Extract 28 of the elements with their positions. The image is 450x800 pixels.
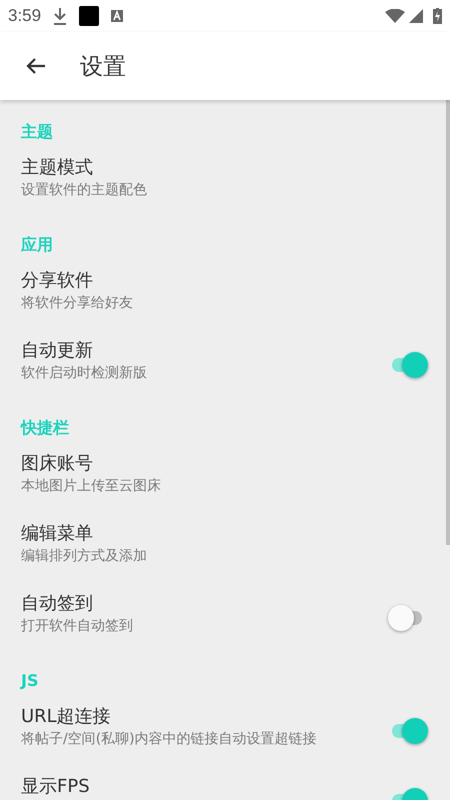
status-time: 3:59 xyxy=(8,6,42,26)
signal-icon xyxy=(409,9,423,23)
setting-title[interactable]: URL超连接 xyxy=(21,705,111,729)
section-header: 应用 xyxy=(20,234,54,256)
download-icon xyxy=(53,7,68,25)
setting-title[interactable]: 图床账号 xyxy=(21,452,93,476)
setting-summary: 打开软件自动签到 xyxy=(21,617,133,636)
setting-title[interactable]: 自动更新 xyxy=(21,339,93,363)
section-header: 快捷栏 xyxy=(19,417,70,439)
setting-summary: 编辑排列方式及添加 xyxy=(21,547,147,566)
setting-summary: 将软件分享给好友 xyxy=(21,294,133,313)
keyboard-icon xyxy=(111,10,124,22)
setting-title[interactable]: 分享软件 xyxy=(21,269,93,293)
setting-summary: 本地图片上传至云图床 xyxy=(21,477,161,496)
setting-title[interactable]: 自动签到 xyxy=(21,592,93,616)
notification-square-icon xyxy=(79,6,100,26)
setting-summary: 软件启动时检测新版 xyxy=(21,364,147,383)
setting-title[interactable]: 显示FPS xyxy=(21,775,90,799)
section-header: JS xyxy=(19,670,40,692)
battery-icon xyxy=(433,8,442,24)
scrollbar[interactable] xyxy=(446,100,450,545)
wifi-icon xyxy=(385,9,405,23)
section-header: 主题 xyxy=(20,121,54,143)
setting-title[interactable]: 编辑菜单 xyxy=(21,522,93,546)
setting-summary: 将帖子/空间(私聊)内容中的链接自动设置超链接 xyxy=(21,730,317,749)
setting-title[interactable]: 主题模式 xyxy=(21,156,93,180)
page-title: 设置 xyxy=(80,52,126,82)
setting-summary: 设置软件的主题配色 xyxy=(21,181,147,200)
